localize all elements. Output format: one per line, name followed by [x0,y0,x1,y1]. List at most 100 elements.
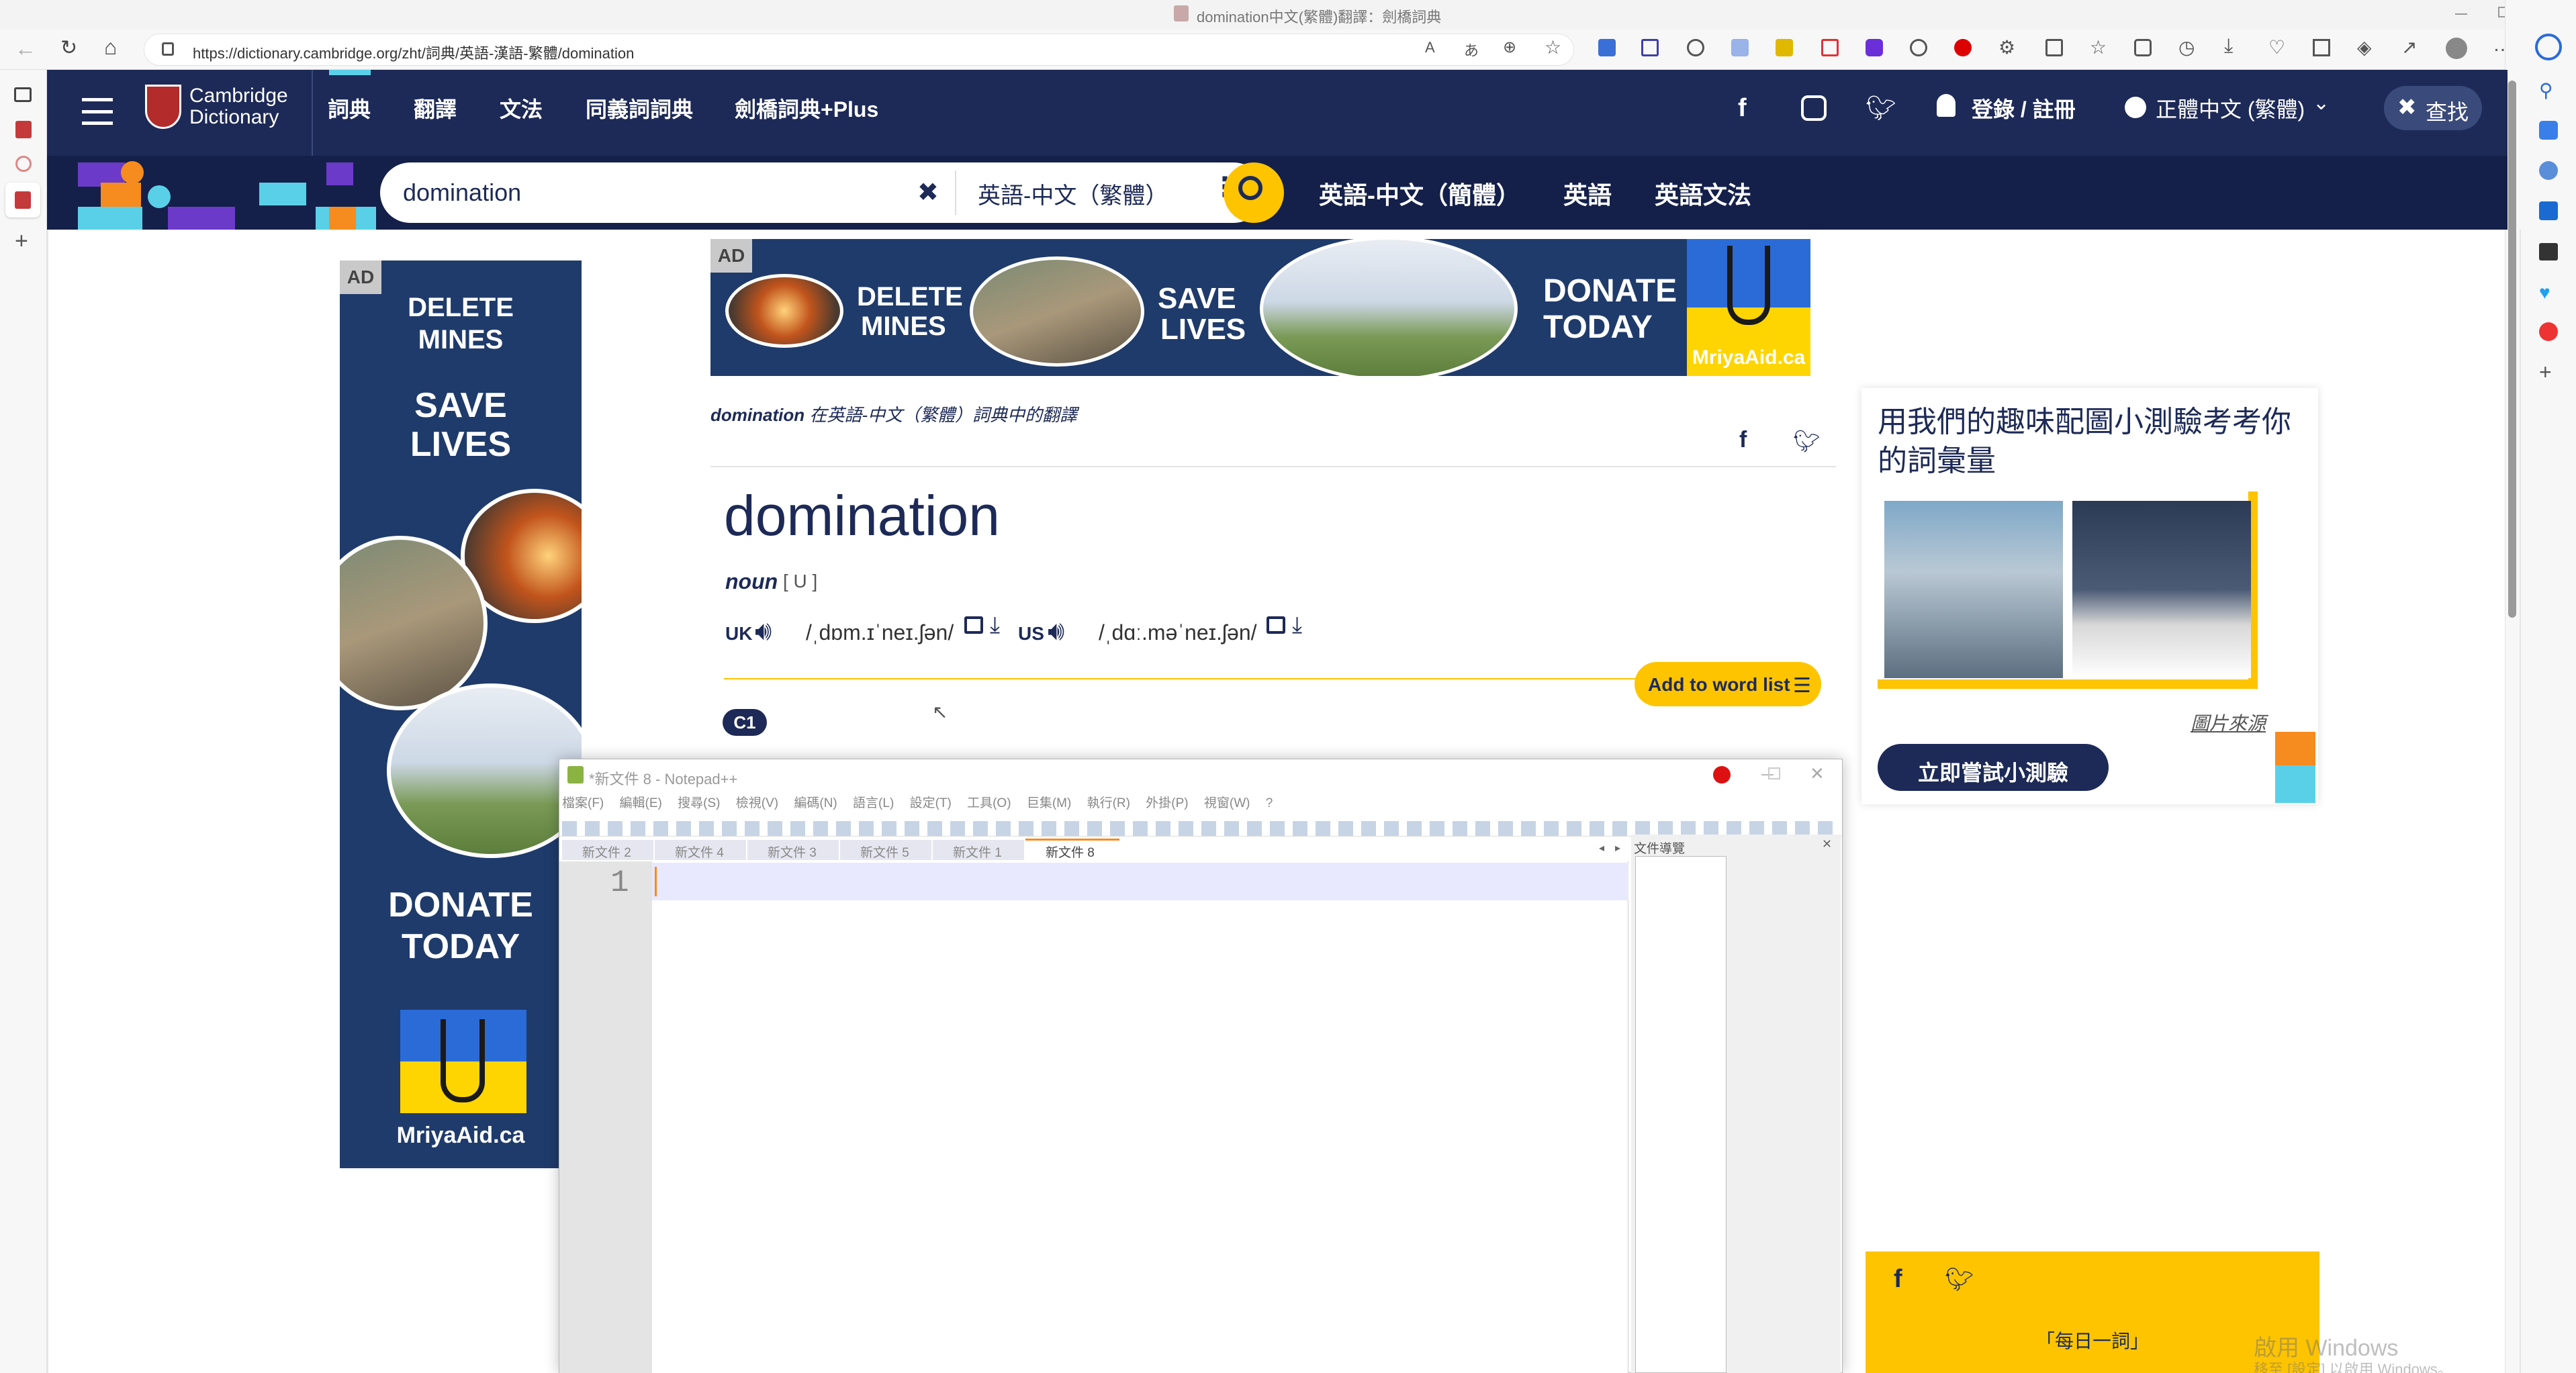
collections-icon[interactable] [2134,39,2152,56]
home-icon[interactable]: ⌂ [104,35,117,60]
sidebar-shopping-icon[interactable] [2539,121,2558,140]
extension-9-icon[interactable] [1954,39,1972,56]
menu-search[interactable]: 搜尋(S) [678,796,720,810]
menu-view[interactable]: 檢視(V) [736,796,778,810]
login-link[interactable]: 登錄 / 註冊 [1972,93,2076,124]
menu-macro[interactable]: 巨集(M) [1027,796,1071,810]
sidebar-search-icon[interactable]: ⚲ [2539,79,2553,101]
top-ad-banner[interactable]: AD DELETE MINES SAVE LIVES DONATE TODAY … [710,239,1810,376]
quiz-image-frame[interactable] [1878,491,2258,689]
tab-actions-icon[interactable] [14,87,32,102]
back-icon[interactable]: ← [15,36,36,61]
clear-search-icon[interactable]: ✖ [917,177,939,207]
notepad-maximize-icon[interactable] [1768,767,1780,779]
logo-line-2[interactable]: Dictionary [189,106,279,129]
tab-file-4[interactable]: 新文件 4 [655,840,746,860]
minimize-icon[interactable] [2455,13,2467,15]
tab-file-2[interactable]: 新文件 2 [562,840,653,860]
user-icon[interactable] [1937,94,1956,117]
sidebar-add-icon[interactable]: + [2539,360,2552,385]
try-quiz-button[interactable]: 立即嘗試小測驗 [1878,744,2109,791]
tab-active[interactable] [5,183,40,218]
sidebar-tools-icon[interactable] [2539,161,2558,180]
us-audio-speaker-icon[interactable]: 🔊︎ [1048,616,1064,647]
sidebar-book-icon[interactable] [2539,243,2558,261]
read-aloud-icon[interactable]: A [1425,39,1435,56]
panel-close-icon[interactable]: ✕ [1822,837,1832,851]
add-to-word-list-button[interactable]: Add to word list ☰ [1635,662,1821,706]
tab-file-3[interactable]: 新文件 3 [747,840,839,860]
history-icon[interactable]: ◷ [2178,36,2195,58]
wotd-twitter-icon[interactable]: 🐦︎ [1945,1266,1974,1293]
nav-thesaurus[interactable]: 同義詞詞典 [586,93,693,124]
downloads-icon[interactable]: ⤓ [2224,35,2233,58]
globe-icon[interactable] [2125,97,2146,118]
favorites-icon[interactable]: ☆ [2090,36,2107,58]
share-twitter-icon[interactable]: 🐦︎ [1793,428,1821,454]
hamburger-menu-icon[interactable] [82,98,113,125]
wotd-facebook-icon[interactable]: f [1894,1265,1902,1294]
translate-icon[interactable]: あ [1464,39,1479,60]
sidebar-todo-icon[interactable] [2539,322,2558,341]
menu-plugins[interactable]: 外掛(P) [1146,796,1188,810]
tab-file-1[interactable]: 新文件 1 [933,840,1024,860]
us-download-icon[interactable]: ⤓ [1292,612,1302,638]
facebook-icon[interactable]: f [1738,94,1747,123]
uk-audio-speaker-icon[interactable]: 🔊︎ [755,616,772,647]
menu-language[interactable]: 語言(L) [853,796,894,810]
document-map-view[interactable] [1635,856,1727,1373]
new-tab-icon[interactable]: + [15,228,28,254]
profile-avatar[interactable] [2446,38,2467,59]
instagram-icon[interactable] [1801,95,1827,121]
scrollbar-thumb[interactable] [2508,81,2516,618]
nav-plus[interactable]: 劍橋詞典+Plus [735,93,878,124]
refresh-icon[interactable]: ↻ [60,36,77,60]
search-toggle-button[interactable]: ✖ 查找 [2384,86,2482,130]
split-screen-icon[interactable] [2045,39,2063,56]
apps-icon[interactable] [2313,39,2330,56]
language-selector[interactable]: 正體中文 (繁體) [2156,93,2305,124]
logo-line-1[interactable]: Cambridge [189,85,288,107]
extension-1-icon[interactable] [1598,39,1616,56]
extension-8-icon[interactable] [1910,39,1927,56]
share-facebook-icon[interactable]: f [1739,427,1747,453]
copilot-icon[interactable] [2535,34,2562,60]
sidebar-twitter-icon[interactable]: ♥ [2539,282,2550,303]
nav-translate[interactable]: 翻譯 [414,93,457,124]
quick-link-english[interactable]: 英語 [1563,176,1612,211]
extensions-icon[interactable]: ⚙ [1998,36,2015,58]
notepad-close-icon[interactable]: ✕ [1810,763,1825,784]
quick-link-simplified[interactable]: 英語-中文（簡體） [1319,176,1520,211]
tab-scroll-left-icon[interactable]: ◂ [1599,841,1604,855]
menu-edit[interactable]: 編輯(E) [620,796,662,810]
extension-7-icon[interactable] [1866,39,1883,56]
tab-file-5[interactable]: 新文件 5 [840,840,931,860]
us-copy-icon[interactable] [1267,616,1285,634]
chevron-down-icon[interactable]: ⌄ [2313,91,2330,115]
zoom-icon[interactable]: ⊕ [1503,38,1516,57]
cambridge-shield-logo[interactable] [145,85,181,129]
menu-tools[interactable]: 工具(O) [967,796,1011,810]
search-input[interactable]: domination [403,179,521,207]
menu-file[interactable]: 檔案(F) [562,796,604,810]
extension-3-icon[interactable] [1687,39,1704,56]
favorite-star-icon[interactable]: ☆ [1545,36,1561,58]
twitter-icon[interactable]: 🐦︎ [1866,94,1896,122]
search-button[interactable] [1224,162,1284,223]
menu-encoding[interactable]: 編碼(N) [794,796,837,810]
left-ad-banner[interactable]: AD DELETE MINES SAVE LIVES DONATE TODAY … [340,261,582,1168]
menu-run[interactable]: 執行(R) [1087,796,1130,810]
editor-area[interactable] [652,861,1628,1373]
tab-scroll-right-icon[interactable]: ▸ [1615,841,1620,855]
menu-help[interactable]: ? [1266,796,1273,810]
extension-4-icon[interactable] [1731,39,1749,56]
browser-essentials-icon[interactable]: ◈ [2357,36,2372,58]
share-icon[interactable]: ↗ [2401,36,2417,58]
tab-cambridge-2-icon[interactable] [15,156,32,172]
nav-grammar[interactable]: 文法 [500,93,543,124]
sidebar-outlook-icon[interactable] [2539,201,2558,220]
tab-file-8-active[interactable]: 新文件 8 [1025,839,1119,860]
extension-5-icon[interactable] [1776,39,1793,56]
quick-link-grammar[interactable]: 英語文法 [1655,176,1751,211]
performance-icon[interactable]: ♡ [2268,36,2285,58]
